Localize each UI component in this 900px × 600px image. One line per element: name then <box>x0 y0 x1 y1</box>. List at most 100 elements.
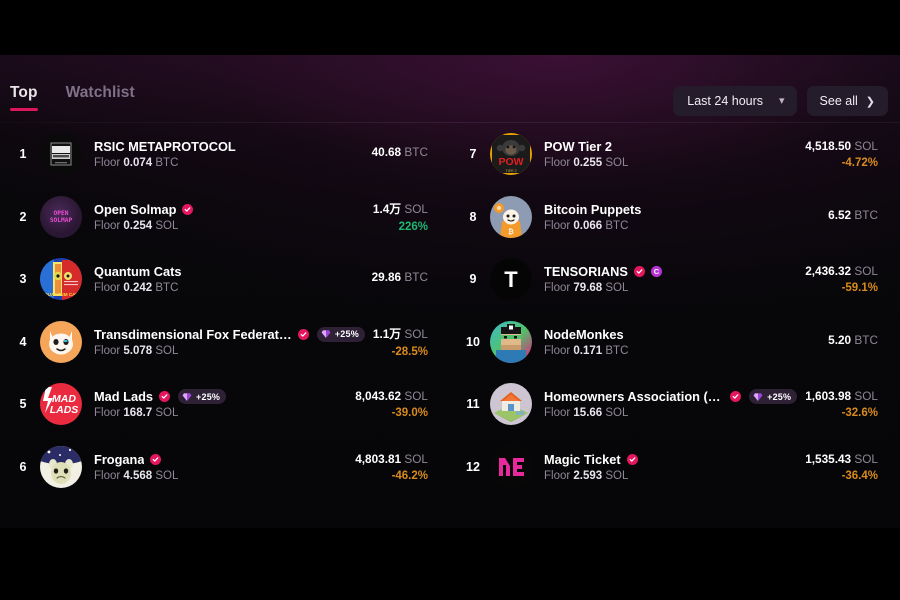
gem-reward-percent: +25% <box>196 391 221 402</box>
collection-name: Magic Ticket <box>544 451 621 467</box>
volume-unit: BTC <box>854 207 878 222</box>
floor-unit: BTC <box>155 157 179 170</box>
collection-stats: 5.20 BTC <box>828 333 878 351</box>
collection-row[interactable]: 4 Transdimensional Fox Federation +25% F… <box>0 311 450 374</box>
gem-reward-badge[interactable]: +25% <box>316 326 365 342</box>
chevron-down-icon: ▾ <box>779 94 785 107</box>
nodemonkes-avatar <box>490 320 532 363</box>
magic-ticket-avatar <box>490 445 532 488</box>
collection-row[interactable]: 12 Magic Ticket Floor 2.593 SOL 1,535.43… <box>450 436 900 499</box>
collection-name-line: POW Tier 2 <box>544 139 797 154</box>
quantum-cats-avatar: QUANTUM CAT <box>40 258 82 301</box>
volume-value: 6.52 <box>828 207 852 222</box>
floor-label: Floor <box>544 469 571 482</box>
floor-value: 0.254 <box>123 219 153 232</box>
collections-column-right: 7 POW TIER 2 POW Tier 2 Floor 0.255 SOL … <box>450 123 900 498</box>
collection-name: Mad Lads <box>94 389 154 405</box>
floor-unit: SOL <box>155 219 179 232</box>
collection-row[interactable]: 2 OPEN SOLMAP Open Solmap Floor 0.254 SO… <box>0 186 450 249</box>
trending-collections-panel: Top Watchlist Last 24 hours ▾ See all ❯ … <box>0 55 900 528</box>
volume-unit: SOL <box>404 327 428 342</box>
collection-row[interactable]: 8 ₿ Bitcoin Puppets Floor 0.066 BTC 6.52… <box>450 186 900 249</box>
volume-value: 4,518.50 <box>805 139 852 154</box>
collection-floor: Floor 0.254 SOL <box>94 220 365 232</box>
collection-row[interactable]: 6 Frogana Floor 4.568 SOL 4,803.81 SOL -… <box>0 436 450 499</box>
collection-info: Homeowners Association (Parcl) +25% Floo… <box>544 389 798 419</box>
collection-floor: Floor 79.68 SOL <box>544 282 797 294</box>
floor-value: 0.066 <box>573 219 603 232</box>
header-actions: Last 24 hours ▾ See all ❯ <box>673 86 888 116</box>
collection-rank: 7 <box>469 147 477 162</box>
collection-row[interactable]: 9 T TENSORIANS C Floor 79.68 SOL 2,436.3… <box>450 248 900 311</box>
collection-info: TENSORIANS C Floor 79.68 SOL <box>544 264 797 294</box>
floor-label: Floor <box>544 219 571 232</box>
collection-volume: 5.20 BTC <box>828 333 878 347</box>
rsic-metaprotocol-avatar <box>40 133 82 176</box>
svg-text:₿: ₿ <box>508 228 514 236</box>
collections-column-left: 1 RSIC METAPROTOCOL Floor 0.074 BTC 40.6… <box>0 123 450 498</box>
tab-bar: Top Watchlist <box>10 85 135 111</box>
collection-stats: 1.1万 SOL -28.5% <box>373 325 428 358</box>
volume-value: 8,043.62 <box>355 389 402 404</box>
collection-name-line: TENSORIANS C <box>544 264 797 279</box>
collection-name-line: Homeowners Association (Parcl) +25% <box>544 389 798 405</box>
verified-badge-icon <box>730 391 742 403</box>
collection-volume: 1,535.43 SOL <box>805 452 878 466</box>
volume-value: 1,603.98 <box>805 389 852 404</box>
floor-unit: SOL <box>155 469 179 482</box>
gem-reward-badge[interactable]: +25% <box>178 389 227 405</box>
collection-name: Homeowners Association (Parcl) <box>544 389 725 405</box>
collection-row[interactable]: 10 NodeMonkes Floor 0.171 BTC 5.20 BTC <box>450 311 900 374</box>
collection-rank: 11 <box>466 397 480 412</box>
floor-value: 2.593 <box>573 469 603 482</box>
see-all-label: See all <box>819 94 858 108</box>
pow-tier-2-avatar: POW TIER 2 <box>490 133 532 176</box>
collection-rank: 6 <box>19 459 27 474</box>
collection-row[interactable]: 11 Homeowners Association (Parcl) +25% F… <box>450 373 900 436</box>
tab-watchlist[interactable]: Watchlist <box>66 85 135 111</box>
check-icon <box>153 457 159 462</box>
collection-name-line: Bitcoin Puppets <box>544 202 820 217</box>
collection-change: 226% <box>398 221 428 234</box>
volume-unit: SOL <box>854 451 878 466</box>
floor-unit: SOL <box>605 157 629 170</box>
gem-icon <box>321 330 331 339</box>
floor-unit: SOL <box>155 344 179 357</box>
gem-icon <box>182 393 192 401</box>
collection-name: NodeMonkes <box>544 326 624 342</box>
collection-info: Magic Ticket Floor 2.593 SOL <box>544 452 797 482</box>
collection-change: -39.0% <box>391 407 428 420</box>
collection-name-line: Mad Lads +25% <box>94 389 347 405</box>
tab-top[interactable]: Top <box>10 85 38 111</box>
collection-info: Open Solmap Floor 0.254 SOL <box>94 202 365 232</box>
collection-stats: 4,803.81 SOL -46.2% <box>355 452 428 482</box>
collection-row[interactable]: 3 QUANTUM CAT Quantum Cats Floor 0.242 B… <box>0 248 450 311</box>
collection-row[interactable]: 5 MAD LADS Mad Lads +25% Floor 168.7 SOL… <box>0 373 450 436</box>
check-icon <box>636 269 643 274</box>
collection-stats: 2,436.32 SOL -59.1% <box>805 264 878 294</box>
collection-info: Bitcoin Puppets Floor 0.066 BTC <box>544 202 820 232</box>
collection-rank: 10 <box>466 334 480 349</box>
collection-floor: Floor 0.255 SOL <box>544 157 797 169</box>
see-all-button[interactable]: See all ❯ <box>806 86 888 116</box>
collection-row[interactable]: 1 RSIC METAPROTOCOL Floor 0.074 BTC 40.6… <box>0 123 450 186</box>
floor-label: Floor <box>544 344 571 357</box>
floor-value: 0.242 <box>123 282 153 295</box>
gem-reward-badge[interactable]: +25% <box>749 389 798 405</box>
collection-name: TENSORIANS <box>544 264 628 280</box>
collection-info: Transdimensional Fox Federation +25% Flo… <box>94 326 365 357</box>
collection-info: Quantum Cats Floor 0.242 BTC <box>94 264 364 294</box>
volume-unit: BTC <box>404 270 428 285</box>
collection-floor: Floor 2.593 SOL <box>544 470 797 482</box>
collection-stats: 6.52 BTC <box>828 208 878 226</box>
collection-stats: 1,535.43 SOL -36.4% <box>805 452 878 482</box>
floor-unit: SOL <box>605 282 629 295</box>
time-range-select[interactable]: Last 24 hours ▾ <box>673 86 797 116</box>
collection-name: Frogana <box>94 451 145 467</box>
floor-label: Floor <box>94 219 121 232</box>
collection-stats: 29.86 BTC <box>372 270 428 288</box>
volume-value: 4,803.81 <box>355 451 402 466</box>
collection-info: RSIC METAPROTOCOL Floor 0.074 BTC <box>94 139 364 169</box>
collection-row[interactable]: 7 POW TIER 2 POW Tier 2 Floor 0.255 SOL … <box>450 123 900 186</box>
chevron-right-icon: ❯ <box>865 95 875 108</box>
